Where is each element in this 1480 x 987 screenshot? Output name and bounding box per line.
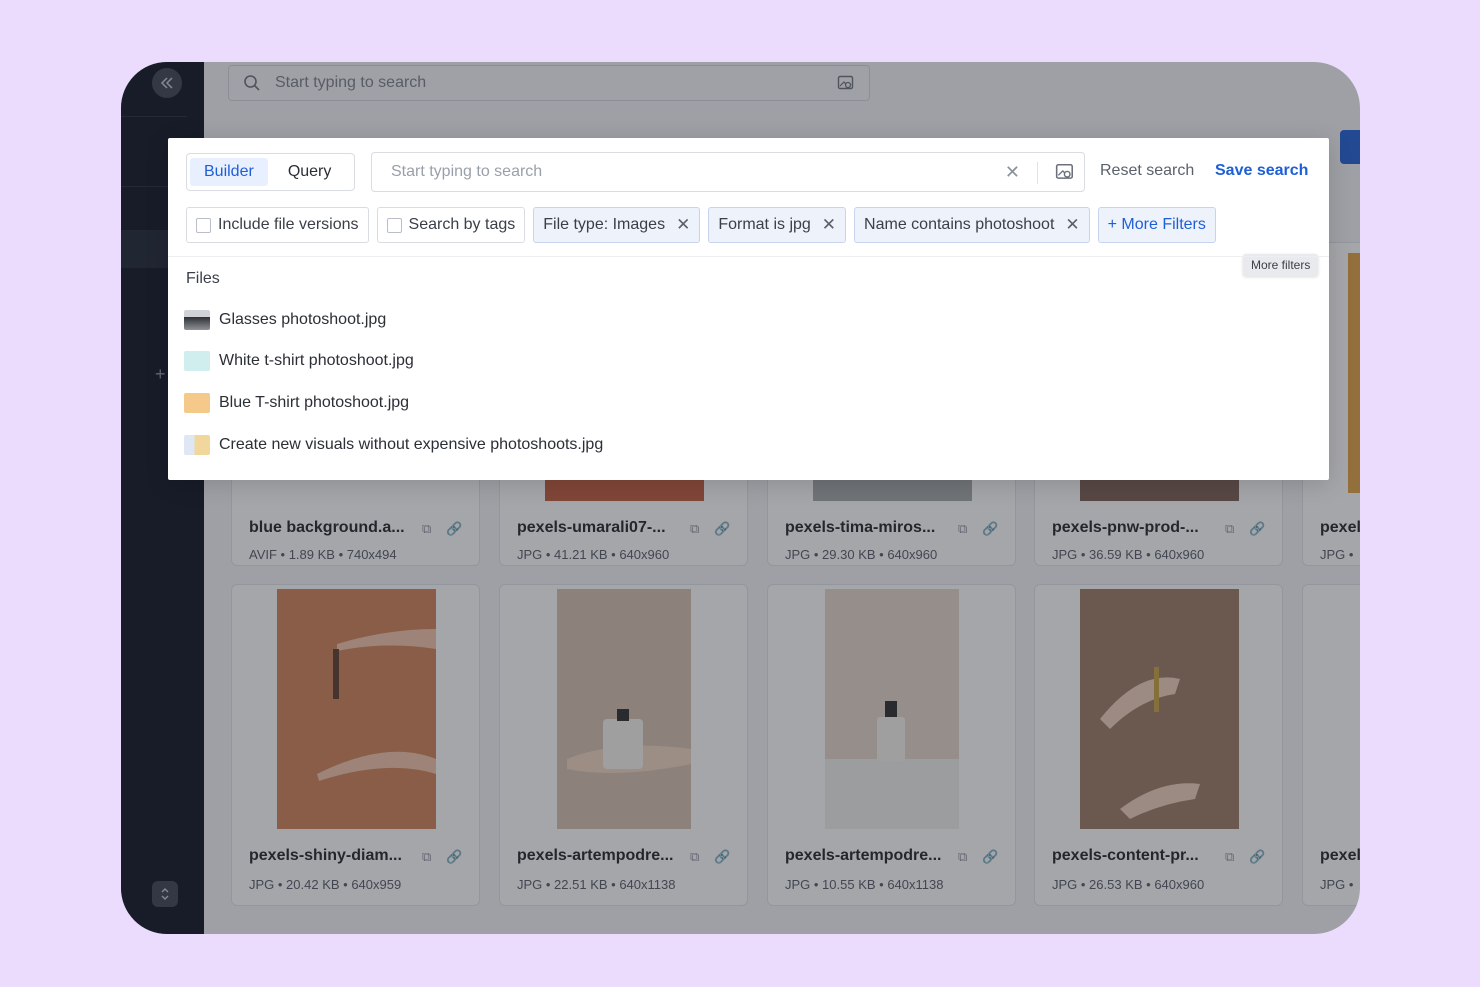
file-result[interactable]: White t-shirt photoshoot.jpg: [184, 351, 414, 371]
more-filters-button[interactable]: + More Filters: [1097, 207, 1216, 243]
filter-chips: Include file versions Search by tags Fil…: [186, 207, 1216, 243]
file-result[interactable]: Blue T-shirt photoshoot.jpg: [184, 393, 409, 413]
file-result[interactable]: Create new visuals without expensive pho…: [184, 435, 603, 455]
clear-icon[interactable]: ✕: [1005, 162, 1020, 183]
close-icon[interactable]: ✕: [822, 215, 836, 235]
chip-label: File type: Images: [543, 216, 666, 233]
save-search-button[interactable]: Save search: [1215, 162, 1308, 180]
reset-search-button[interactable]: Reset search: [1100, 162, 1194, 180]
file-result[interactable]: Glasses photoshoot.jpg: [184, 310, 386, 330]
checkbox-icon: [196, 217, 211, 233]
chip-label: Search by tags: [408, 216, 516, 233]
file-name: Glasses photoshoot.jpg: [219, 311, 387, 328]
checkbox-icon: [386, 217, 402, 233]
chip-label: Format is jpg: [718, 216, 811, 233]
filter-name-contains[interactable]: Name contains photoshoot ✕: [854, 207, 1090, 243]
filter-file-type[interactable]: File type: Images ✕: [533, 207, 701, 243]
close-icon[interactable]: ✕: [676, 215, 690, 235]
file-thumbnail: [184, 310, 210, 330]
search-input[interactable]: Start typing to search ✕: [371, 152, 1085, 192]
search-mode-toggle: Builder Query: [186, 153, 355, 191]
tab-query[interactable]: Query: [274, 158, 346, 186]
filter-format[interactable]: Format is jpg ✕: [708, 207, 847, 243]
more-filters-tooltip: More filters: [1243, 254, 1319, 276]
chip-label: + More Filters: [1107, 216, 1206, 233]
files-section-heading: Files: [186, 270, 220, 287]
divider: [168, 256, 1329, 257]
file-thumbnail: [184, 351, 210, 371]
divider: [1037, 162, 1038, 184]
image-search-icon[interactable]: [1055, 162, 1075, 182]
include-file-versions-checkbox[interactable]: Include file versions: [186, 207, 369, 243]
search-placeholder: Start typing to search: [391, 163, 543, 180]
chip-label: Name contains photoshoot: [864, 216, 1055, 233]
file-name: Blue T-shirt photoshoot.jpg: [219, 394, 410, 411]
file-name: White t-shirt photoshoot.jpg: [219, 352, 414, 369]
search-builder-popup: Builder Query Start typing to search ✕ R…: [168, 138, 1329, 480]
chip-label: Include file versions: [218, 216, 359, 233]
close-icon[interactable]: ✕: [1065, 215, 1079, 235]
file-thumbnail: [184, 435, 210, 455]
tab-builder[interactable]: Builder: [190, 158, 268, 186]
search-by-tags-checkbox[interactable]: Search by tags: [376, 207, 526, 243]
file-thumbnail: [184, 393, 210, 413]
file-name: Create new visuals without expensive pho…: [219, 436, 604, 453]
